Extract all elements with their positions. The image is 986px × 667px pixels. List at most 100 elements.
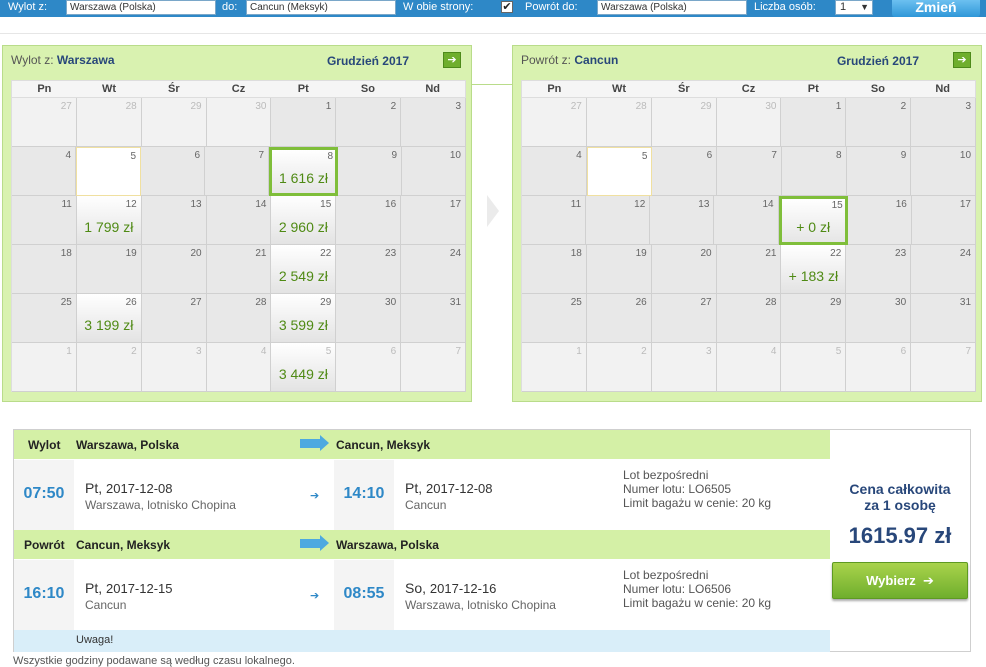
next-month-button[interactable]: ➔ [953,52,971,68]
calendar-day-priced[interactable]: 22 + 183 zł [781,245,847,294]
outbound-month: Grudzień 2017 [326,54,409,68]
divider [0,33,986,34]
weekday-header: Pn Wt Śr Cz Pt So Nd [521,80,976,98]
arrow-right-icon: ➔ [310,590,320,602]
chevron-right-icon [487,195,499,227]
calendar-day: 10 [402,147,466,196]
day-number: 26 [635,297,647,308]
day-number: 18 [570,248,582,259]
arrow-right-icon [300,435,329,451]
outbound-label: Wylot [28,438,61,452]
calendar-day: 26 [586,294,652,343]
return-info: Lot bezpośredni Numer lotu: LO6506 Limit… [623,568,772,610]
day-number: 10 [449,150,461,161]
roundtrip-label: W obie strony: [403,1,474,13]
calendar-day: 4 [716,343,782,392]
day-number: 11 [61,199,72,210]
day-number: 21 [765,248,777,259]
calendar-day: 3 [911,98,977,147]
calendar-day-priced[interactable]: 29 3 599 zł [271,294,337,343]
day-number: 4 [260,346,267,357]
day-number: 6 [194,150,200,161]
calendar-day: 16 [336,196,402,245]
calendar-day: 6 [652,147,718,196]
day-price: 1 616 zł [278,170,329,186]
day-number: 1 [835,101,842,112]
day-number: 27 [700,297,712,308]
outbound-details: 07:50 Pt, 2017-12-08 Warszawa, lotnisko … [14,460,830,530]
calendar-day: 28 [206,294,272,343]
return-arr-time: 08:55 [334,560,394,630]
day-price: + 0 zł [796,219,831,235]
day-number: 27 [570,101,582,112]
calendar-day-priced[interactable]: 12 1 799 zł [76,196,142,245]
day-number: 2 [641,346,647,357]
calendar-week: 4 5 6 7 8 1 616 zł 9 10 [12,147,466,196]
day-number: 22 [830,248,842,259]
calendar-day: 10 [911,147,977,196]
calendar-day: 28 [76,98,142,147]
from-label: Wylot z: [8,1,48,13]
calendar-day: 6 [846,343,912,392]
calendar-day: 5 [586,147,653,196]
calendar-day-priced[interactable]: 22 2 549 zł [271,245,337,294]
calendar-day: 30 [846,294,912,343]
day-number: 15 [831,200,843,211]
to-input[interactable]: Cancun (Meksyk) [246,0,396,15]
flight-summary: Wylot Warszawa, Polska Cancun, Meksyk 07… [13,429,971,652]
search-bar: Wylot z: Warszawa (Polska) do: Cancun (M… [0,0,986,17]
day-number: 8 [327,151,333,162]
day-number: 14 [762,199,774,210]
warning-text: Uwaga! [76,634,114,646]
choose-button[interactable]: Wybierz ➔ [832,562,968,599]
calendar-day: 27 [141,294,207,343]
day-number: 29 [830,297,842,308]
persons-select[interactable]: 1 ▼ [835,0,873,15]
weekday-label: Wt [102,83,117,95]
calendar-day: 21 [716,245,782,294]
day-number: 31 [449,297,462,308]
day-number: 12 [634,199,646,210]
weekday-header: Pn Wt Śr Cz Pt So Nd [11,80,466,98]
change-button[interactable]: Zmień [892,0,980,17]
day-number: 6 [706,150,713,161]
calendar-day-priced[interactable]: 15 + 0 zł [778,196,848,245]
to-label: do: [222,1,238,13]
inbound-title: Powrót z: Cancun [521,53,619,67]
day-number: 5 [130,151,136,162]
day-number: 27 [190,297,202,308]
calendar-day: 5 [76,147,141,196]
calendar-day: 28 [586,98,652,147]
calendar-day-priced[interactable]: 26 3 199 zł [76,294,142,343]
calendar-day: 18 [522,245,587,294]
connector-line [471,84,513,85]
calendar-day: 11 [12,196,77,245]
calendar-day: 14 [714,196,779,245]
calendar-day: 27 [12,98,77,147]
day-number: 30 [765,101,777,112]
day-number: 7 [455,346,462,357]
day-number: 10 [959,150,972,161]
calendar-day: 7 [205,147,269,196]
calendar-day-priced[interactable]: 5 3 449 zł [271,343,337,392]
day-price: 3 449 zł [278,366,328,382]
calendar-day-priced[interactable]: 8 1 616 zł [269,147,338,196]
weekday-label: Nd [935,83,950,95]
next-month-button[interactable]: ➔ [443,52,461,68]
from-input[interactable]: Warszawa (Polska) [66,0,216,15]
calendar-day-priced[interactable]: 15 2 960 zł [271,196,337,245]
day-number: 29 [190,101,202,112]
outbound-arr-place: Cancun [405,498,447,512]
day-number: 2 [390,101,397,112]
day-number: 28 [635,101,647,112]
day-number: 22 [320,248,332,259]
roundtrip-checkbox[interactable]: ✔ [501,1,513,13]
calendar-day: 23 [846,245,912,294]
chevron-down-icon: ▼ [860,2,869,12]
calendar-day: 24 [911,245,977,294]
return-input[interactable]: Warszawa (Polska) [597,0,747,15]
footer-note: Wszystkie godziny podawane są według cza… [13,655,295,667]
persons-value: 1 [840,1,847,13]
total-price: 1615.97 zł [848,523,952,548]
day-number: 6 [900,346,907,357]
